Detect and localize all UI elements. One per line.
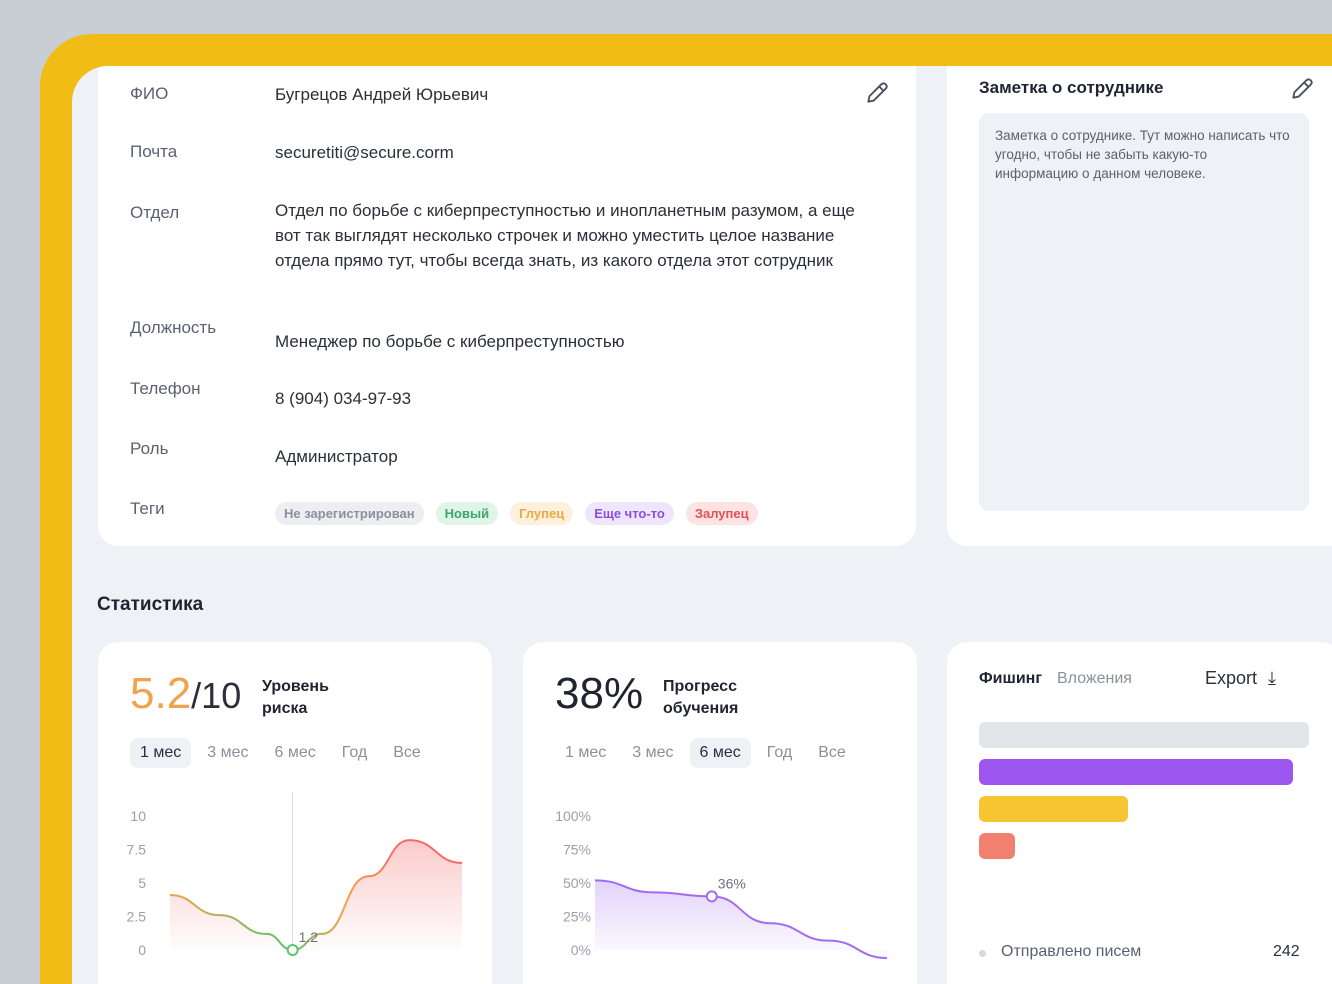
risk-period-year[interactable]: Год: [332, 738, 377, 768]
note-title: Заметка о сотруднике: [979, 78, 1164, 97]
phishing-bar-1: [979, 759, 1293, 785]
risk-label-line1: Уровень: [262, 678, 329, 695]
tab-attachments[interactable]: Вложения: [1057, 670, 1132, 688]
field-value-role: Администратор: [275, 447, 398, 466]
risk-period-6m[interactable]: 6 мес: [265, 738, 326, 768]
progress-label: Прогресс обучения: [663, 676, 738, 720]
y-tick-label: 0%: [571, 942, 591, 958]
pencil-icon[interactable]: [864, 80, 890, 106]
note-text: Заметка о сотруднике. Тут можно написать…: [995, 128, 1290, 181]
field-label-role: Роль: [130, 439, 169, 458]
legend-dot: [979, 950, 986, 957]
progress-period-year[interactable]: Год: [757, 738, 802, 768]
field-value-position: Менеджер по борьбе с киберпреступностью: [275, 332, 625, 351]
field-label-department: Отдел: [130, 203, 180, 222]
risk-chart: 10 7.5 5 2.5 0 1.2: [127, 792, 463, 958]
export-button[interactable]: Export ⤓: [1205, 668, 1276, 689]
highlight-label: 36%: [718, 875, 746, 891]
tag-1[interactable]: Новый: [435, 502, 499, 525]
risk-card: 5.2/10 Уровень риска 1 мес 3 мес 6 мес Г…: [98, 642, 492, 984]
y-tick-label: 50%: [563, 875, 591, 891]
phishing-bar-2: [979, 796, 1128, 822]
field-label-tags: Теги: [130, 499, 165, 518]
progress-period-all[interactable]: Все: [808, 738, 856, 768]
progress-period-selector: 1 мес 3 мес 6 мес Год Все: [555, 738, 856, 768]
field-value-phone: 8 (904) 034-97-93: [275, 389, 412, 408]
legend-label: Отправлено писем: [1001, 943, 1142, 960]
risk-period-1m[interactable]: 1 мес: [130, 738, 192, 768]
risk-period-all[interactable]: Все: [383, 738, 431, 768]
legend-value: 242: [1273, 943, 1300, 960]
risk-value: 5.2/10: [130, 670, 241, 720]
field-label-phone: Телефон: [130, 379, 201, 398]
progress-card: 38% Прогресс обучения 1 мес 3 мес 6 мес …: [523, 642, 917, 984]
risk-period-selector: 1 мес 3 мес 6 мес Год Все: [130, 738, 431, 768]
y-tick-label: 75%: [563, 842, 591, 858]
pencil-icon[interactable]: [1289, 76, 1315, 102]
y-tick-label: 5: [138, 875, 146, 891]
progress-chart: 100% 75% 50% 25% 0% 36%: [555, 808, 888, 960]
field-label-email: Почта: [130, 142, 178, 161]
y-tick-label: 25%: [563, 909, 591, 925]
statistics-title: Статистика: [97, 594, 204, 615]
y-tick-label: 10: [130, 808, 146, 824]
tag-list: Не зарегистрирован Новый Глупец Еще что-…: [275, 502, 758, 525]
field-label-fio: ФИО: [130, 84, 169, 103]
tag-3[interactable]: Еще что-то: [585, 502, 674, 525]
y-tick-label: 0: [138, 942, 146, 958]
risk-period-3m[interactable]: 3 мес: [197, 738, 258, 768]
y-tick-label: 100%: [555, 808, 591, 824]
phishing-card: Фишинг Вложения Export ⤓ Отправлено писе…: [947, 642, 1332, 984]
progress-period-6m[interactable]: 6 мес: [689, 738, 751, 768]
highlight-point[interactable]: [286, 944, 299, 956]
highlight-label: 1.2: [299, 929, 319, 945]
tab-phishing[interactable]: Фишинг: [979, 670, 1042, 688]
risk-number: 5.2: [130, 669, 192, 718]
progress-period-1m[interactable]: 1 мес: [555, 738, 616, 768]
y-tick-label: 7.5: [127, 842, 147, 858]
risk-label: Уровень риска: [262, 676, 329, 720]
field-label-position: Должность: [130, 318, 217, 337]
note-textarea[interactable]: Заметка о сотруднике. Тут можно написать…: [979, 113, 1309, 511]
employee-card: ФИО Бугрецов Андрей Юрьевич Почта secure…: [98, 66, 916, 546]
download-icon: ⤓: [1268, 668, 1277, 688]
progress-label-line2: обучения: [663, 700, 739, 717]
screen: ФИО Бугрецов Андрей Юрьевич Почта secure…: [72, 66, 1332, 984]
tag-0[interactable]: Не зарегистрирован: [275, 502, 424, 525]
progress-value: 38%: [555, 669, 644, 718]
highlight-point[interactable]: [705, 890, 718, 903]
field-value-fio: Бугрецов Андрей Юрьевич: [275, 85, 489, 104]
phishing-bar-3: [979, 833, 1015, 859]
field-value-department: Отдел по борьбе с киберпреступностью и и…: [275, 201, 855, 270]
progress-period-3m[interactable]: 3 мес: [622, 738, 683, 768]
note-card: Заметка о сотруднике Заметка о сотрудник…: [947, 66, 1332, 546]
tag-2[interactable]: Глупец: [510, 502, 574, 525]
risk-denominator: /10: [191, 675, 242, 716]
progress-label-line1: Прогресс: [663, 678, 737, 695]
tag-4[interactable]: Залупец: [685, 502, 758, 525]
y-tick-label: 2.5: [127, 909, 147, 925]
field-value-email: securetiti@secure.corm: [275, 143, 454, 162]
device-frame: ФИО Бугрецов Андрей Юрьевич Почта secure…: [40, 34, 1332, 984]
export-label: Export: [1205, 668, 1258, 688]
risk-label-line2: риска: [262, 700, 308, 717]
phishing-bar-0: [979, 722, 1309, 748]
